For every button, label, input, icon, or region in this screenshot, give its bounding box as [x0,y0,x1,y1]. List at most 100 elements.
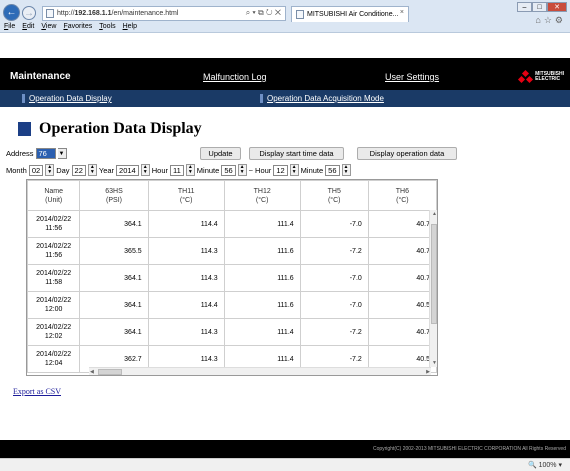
mitsubishi-logo: MITSUBISHI ELECTRIC [518,69,564,84]
zoom-icon: 🔍 [527,462,537,469]
app-title: Maintenance [10,71,71,82]
cell-value: 364.1 [79,210,149,238]
horizontal-scroll-thumb[interactable] [98,369,122,375]
table-row: 2014/02/22 12:00 364.1 114.4 111.6 -7.0 4… [27,291,437,319]
table-row: 2014/02/22 11:58 364.1 114.3 111.6 -7.0 4… [27,264,437,292]
subnav-label-2: Operation Data Acquisition Mode [267,94,384,103]
cell-value: 114.4 [147,291,225,319]
col-header-th5: TH5 (°C) [299,180,369,211]
chevron-down-icon[interactable]: ▼ [57,148,67,159]
col-header-th6: TH6 (°C) [367,180,437,211]
page-footer: Copyright(C) 2002-2013 MITSUBISHI ELECTR… [0,440,570,458]
minute2-spinner[interactable]: ▲ ▼ [341,164,351,176]
forward-button[interactable]: → [22,6,36,20]
cell-value: 111.6 [223,237,301,265]
sub-navigation: Operation Data Display Operation Data Ac… [0,90,570,107]
month-input[interactable]: 02 [28,164,44,176]
vertical-scrollbar[interactable]: ▲ ▼ [429,210,437,367]
browser-status-bar: 🔍 100% ▾ [0,458,570,471]
menu-bar: File Edit View Favorites Tools Help [0,23,137,33]
scroll-left-icon[interactable]: ◀ [90,369,94,375]
minute-spinner[interactable]: ▲ ▼ [237,164,247,176]
minute2-input[interactable]: 56 [325,164,340,176]
tab-close-icon[interactable]: × [400,9,404,16]
address-select[interactable]: 76 [35,148,56,159]
cell-value: 364.1 [79,318,149,346]
minute-label: Minute [196,165,220,175]
year-label: Year [98,165,115,175]
hour2-spinner[interactable]: ▲ ▼ [289,164,299,176]
day-spinner[interactable]: ▲ ▼ [87,164,97,176]
favorites-star-icon[interactable]: ☆ [544,15,555,25]
menu-help[interactable]: Help [123,23,137,33]
horizontal-scrollbar[interactable]: ◀ ▶ [89,367,431,375]
home-icon[interactable]: ⌂ [535,15,543,25]
address-label: Address [6,149,34,158]
year-input[interactable]: 2014 [116,164,139,176]
row-timestamp: 2014/02/22 12:02 [27,318,81,346]
address-bar-controls[interactable]: ⌕ ▾ ⧉ ↻ ✕ [246,8,281,18]
tab-page-icon [296,10,304,19]
window-controls: – □ ✕ [517,2,567,12]
cell-value: -7.2 [299,318,369,346]
col-header-th12: TH12 (°C) [223,180,301,211]
back-button[interactable]: ← [3,4,20,21]
back-arrow-icon: ← [6,7,17,18]
user-settings-link[interactable]: User Settings [385,72,439,82]
minimize-button[interactable]: – [517,2,532,12]
toolbar-icons: ⌂☆⚙ [535,15,566,26]
cell-value: 40.7 [367,318,437,346]
zoom-control[interactable]: 🔍 100% ▾ [528,461,562,469]
cell-value: 114.4 [147,210,225,238]
export-csv-link[interactable]: Export as CSV [13,387,61,396]
cell-value: 114.3 [147,237,225,265]
cell-value: 114.3 [147,264,225,292]
menu-favorites[interactable]: Favorites [63,23,92,33]
browser-tab[interactable]: MITSUBISHI Air Conditione... × [291,6,409,22]
page-title: Operation Data Display [18,120,202,138]
menu-edit[interactable]: Edit [22,23,34,33]
page-title-text: Operation Data Display [39,120,202,137]
vertical-scroll-thumb[interactable] [431,224,437,324]
minute-input[interactable]: 56 [221,164,236,176]
address-bar[interactable]: http://192.168.1.1/en/maintenance.html ⌕… [42,6,286,21]
operation-data-display-link[interactable]: Operation Data Display [22,94,112,103]
update-button[interactable]: Update [200,147,241,160]
menu-file[interactable]: File [4,23,15,33]
menu-view[interactable]: View [41,23,56,33]
month-spinner[interactable]: ▲ ▼ [45,164,55,176]
operation-data-table: Name (Unit) 63HS (PSI) TH11 (°C) TH12 (°C) T… [26,179,438,376]
cell-value: 111.4 [223,318,301,346]
three-diamonds-icon [518,69,534,84]
day-input[interactable]: 22 [71,164,86,176]
malfunction-log-link[interactable]: Malfunction Log [203,72,267,82]
scroll-right-icon[interactable]: ▶ [426,369,430,375]
hour2-label: Hour [255,165,272,175]
tab-title: MITSUBISHI Air Conditione... [307,11,399,18]
maximize-button[interactable]: □ [532,2,547,12]
table-row: 2014/02/22 11:56 364.1 114.4 111.4 -7.0 4… [27,210,437,238]
cell-value: 114.3 [147,318,225,346]
table-row: 2014/02/22 11:56 365.5 114.3 111.6 -7.2 4… [27,237,437,265]
row-timestamp: 2014/02/22 11:56 [27,210,81,238]
url-path: /en/maintenance.html [111,10,179,17]
display-operation-data-button[interactable]: Display operation data [357,147,457,160]
url-host: 192.168.1.1 [74,10,112,17]
close-window-button[interactable]: ✕ [547,2,567,12]
hour2-input[interactable]: 12 [273,164,288,176]
scroll-down-icon[interactable]: ▼ [432,360,437,366]
row-timestamp: 2014/02/22 12:04 [27,345,81,373]
hour-input[interactable]: 11 [170,164,184,176]
row-timestamp: 2014/02/22 11:58 [27,264,81,292]
brand-line-2: ELECTRIC [535,76,561,82]
gear-icon[interactable]: ⚙ [555,15,566,25]
scroll-up-icon[interactable]: ▲ [432,211,437,217]
display-start-time-button[interactable]: Display start time data [249,147,344,160]
col-header-th11: TH11 (°C) [147,180,225,211]
operation-data-acquisition-link[interactable]: Operation Data Acquisition Mode [260,94,384,103]
month-label: Month [6,165,27,175]
title-square-icon [18,122,31,136]
menu-tools[interactable]: Tools [99,23,115,33]
year-spinner[interactable]: ▲ ▼ [140,164,150,176]
hour-spinner[interactable]: ▲ ▼ [185,164,195,176]
